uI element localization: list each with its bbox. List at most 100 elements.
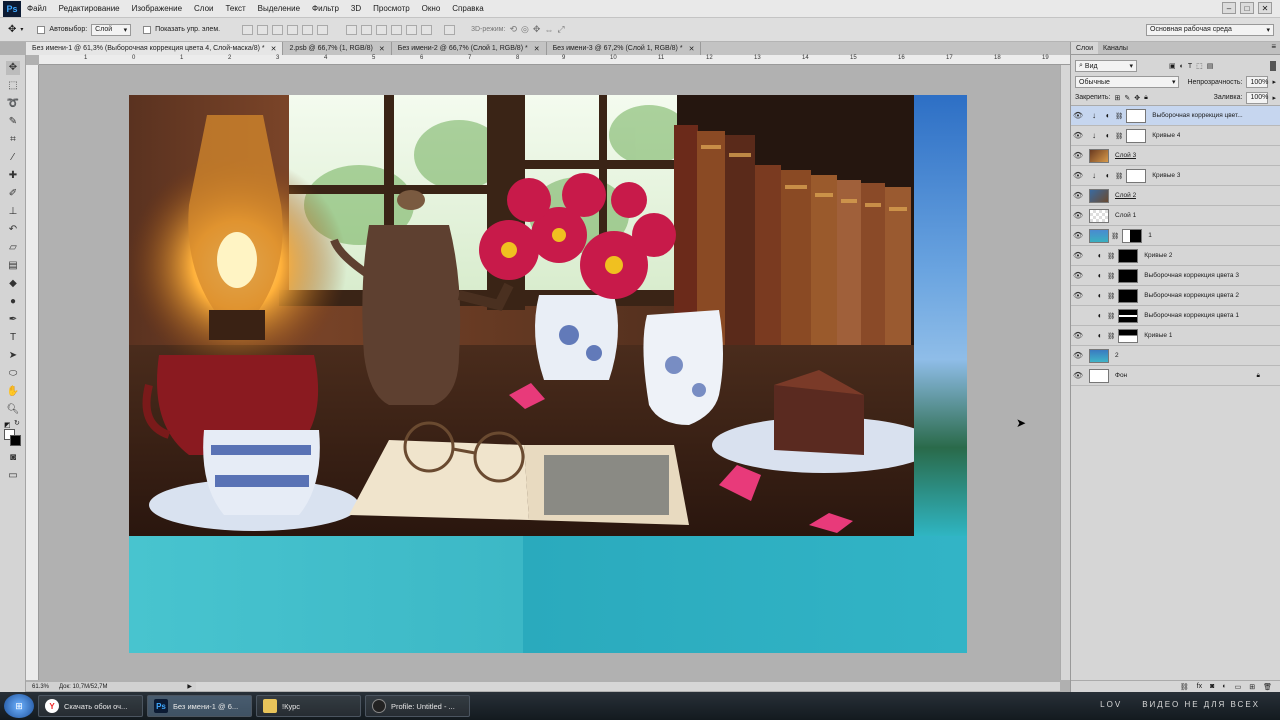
- zoom-value[interactable]: 61.3%: [32, 684, 49, 690]
- taskbar-item-folder[interactable]: !Курс: [256, 695, 361, 717]
- menu-3d[interactable]: 3D: [345, 4, 367, 13]
- layer-name[interactable]: Кривые 4: [1152, 132, 1180, 139]
- menu-help[interactable]: Справка: [446, 4, 489, 13]
- new-group-icon[interactable]: ▭: [1235, 683, 1242, 691]
- taskbar-item-photoshop[interactable]: Ps Без имени-1 @ 6...: [147, 695, 252, 717]
- close-button[interactable]: ✕: [1258, 2, 1272, 14]
- dodge-tool-icon[interactable]: ●: [6, 295, 20, 309]
- doc-tab-3[interactable]: Без имени-2 @ 66,7% (Слой 1, RGB/8) * ✕: [392, 42, 547, 55]
- lock-transparent-icon[interactable]: ⊞: [1114, 94, 1120, 102]
- layer-name[interactable]: Слой 3: [1115, 152, 1136, 159]
- visibility-eye-icon[interactable]: 👁︎: [1071, 251, 1085, 260]
- layer-name[interactable]: 1: [1148, 232, 1152, 239]
- screen-mode-icon[interactable]: ▭: [6, 469, 20, 483]
- pen-tool-icon[interactable]: ✒: [6, 313, 20, 327]
- align-top-button[interactable]: [242, 24, 254, 35]
- link-layers-icon[interactable]: ⛓︎: [1180, 683, 1189, 691]
- layer-row[interactable]: 👁︎ ↓ ◐ ⛓︎ Кривые 4: [1071, 126, 1280, 146]
- layer-row[interactable]: 👁︎ ◐ ⛓︎ Кривые 1: [1071, 326, 1280, 346]
- link-icon[interactable]: ⛓︎: [1107, 272, 1115, 280]
- slide3d-icon[interactable]: ⇔: [544, 25, 553, 35]
- status-menu-arrow-icon[interactable]: ▶: [187, 683, 192, 690]
- visibility-eye-icon[interactable]: 👁︎: [1071, 351, 1085, 360]
- doc-tab-4[interactable]: Без имени-3 @ 67,2% (Слой 1, RGB/8) * ✕: [547, 42, 702, 55]
- layer-thumb[interactable]: [1089, 368, 1109, 383]
- layer-row[interactable]: 👁︎ ↓ ◐ ⛓︎ Выборочная коррекция цвет...: [1071, 106, 1280, 126]
- visibility-eye-icon[interactable]: 👁︎: [1071, 271, 1085, 280]
- shape-tool-icon[interactable]: ⬭: [6, 367, 20, 381]
- align-bottom-button[interactable]: [272, 24, 284, 35]
- menu-image[interactable]: Изображение: [126, 4, 188, 13]
- menu-edit[interactable]: Редактирование: [53, 4, 126, 13]
- distribute-right-button[interactable]: [421, 24, 433, 35]
- hand-tool-icon[interactable]: ✋: [6, 385, 20, 399]
- align-hcenter-button[interactable]: [302, 24, 314, 35]
- tab-channels[interactable]: Каналы: [1098, 42, 1133, 54]
- layer-row[interactable]: 👁︎ ↓ ◐ ⛓︎ Кривые 3: [1071, 166, 1280, 186]
- distribute-vcenter-button[interactable]: [361, 24, 373, 35]
- lock-pixels-icon[interactable]: ✎: [1124, 94, 1130, 102]
- doc-tab-1[interactable]: Без имени-1 @ 61,3% (Выборочная коррекци…: [26, 42, 284, 55]
- align-right-button[interactable]: [317, 24, 329, 35]
- autoselect-select[interactable]: Слой ▾: [91, 23, 132, 36]
- menu-view[interactable]: Просмотр: [367, 4, 416, 13]
- horizontal-ruler[interactable]: 1 0 1 2 3 4 5 6 7 8 9 10 11 12 13 14 15 …: [39, 55, 1070, 65]
- doc-tab-2[interactable]: 2.psb @ 66,7% (1, RGB/8) ✕: [283, 42, 392, 55]
- roll3d-icon[interactable]: ◎: [521, 24, 529, 35]
- trash-icon[interactable]: 🗑︎: [1263, 683, 1272, 691]
- move-tool-icon[interactable]: ✥: [6, 61, 20, 75]
- fx-icon[interactable]: fx: [1197, 683, 1202, 690]
- layer-mask-thumb[interactable]: [1126, 168, 1147, 183]
- close-tab-icon[interactable]: ✕: [534, 45, 540, 53]
- workspace-select[interactable]: Основная рабочая среда ▾: [1146, 23, 1274, 36]
- layer-name[interactable]: 2: [1115, 352, 1119, 359]
- layer-row[interactable]: 👁︎ Слой 2: [1071, 186, 1280, 206]
- link-icon[interactable]: ⛓︎: [1107, 312, 1115, 320]
- layer-row[interactable]: 👁︎ ◐ ⛓︎ Кривые 2: [1071, 246, 1280, 266]
- layer-name[interactable]: Кривые 3: [1152, 172, 1180, 179]
- history-brush-tool-icon[interactable]: ↶: [6, 223, 20, 237]
- layer-row[interactable]: 👁︎ Фон 🔒︎: [1071, 366, 1280, 386]
- distribute-top-button[interactable]: [346, 24, 358, 35]
- menu-window[interactable]: Окно: [416, 4, 447, 13]
- align-vcenter-button[interactable]: [257, 24, 269, 35]
- layer-row[interactable]: 👁︎ 2: [1071, 346, 1280, 366]
- new-layer-icon[interactable]: ⊞: [1249, 683, 1255, 691]
- distribute-left-button[interactable]: [391, 24, 403, 35]
- align-left-button[interactable]: [287, 24, 299, 35]
- opacity-input[interactable]: 100%: [1246, 76, 1269, 88]
- layer-mask-thumb[interactable]: [1118, 308, 1139, 323]
- visibility-eye-icon[interactable]: 👁︎: [1071, 291, 1085, 300]
- visibility-eye-icon[interactable]: 👁︎: [1071, 191, 1085, 200]
- visibility-eye-icon[interactable]: 👁︎: [1071, 171, 1085, 180]
- visibility-eye-icon[interactable]: 👁︎: [1071, 231, 1085, 240]
- layer-mask-thumb[interactable]: [1126, 128, 1147, 143]
- filter-shape-icon[interactable]: ⬚: [1196, 62, 1203, 70]
- minimize-button[interactable]: –: [1222, 2, 1236, 14]
- visibility-eye-icon[interactable]: 👁︎: [1071, 131, 1085, 140]
- new-adjustment-icon[interactable]: ◐: [1222, 683, 1226, 690]
- tab-layers[interactable]: Слои: [1071, 42, 1099, 54]
- gradient-tool-icon[interactable]: ▤: [6, 259, 20, 273]
- blur-tool-icon[interactable]: ◆: [6, 277, 20, 291]
- taskbar-item-profile[interactable]: Profile: Untitled - ...: [365, 695, 470, 717]
- layer-name[interactable]: Кривые 2: [1144, 252, 1172, 259]
- filter-pixel-icon[interactable]: ▣: [1169, 62, 1176, 70]
- blend-mode-select[interactable]: Обычные ▾: [1075, 76, 1180, 88]
- layer-name[interactable]: Выборочная коррекция цвет...: [1152, 112, 1242, 119]
- menu-layers[interactable]: Слои: [188, 4, 219, 13]
- distribute-hcenter-button[interactable]: [406, 24, 418, 35]
- layer-mask-thumb[interactable]: [1122, 228, 1143, 243]
- filter-toggle-icon[interactable]: [1270, 61, 1276, 71]
- move-tool-icon[interactable]: ✥: [8, 24, 16, 35]
- crop-tool-icon[interactable]: ⌗: [6, 133, 20, 147]
- visibility-hidden-icon[interactable]: 👁︎: [1071, 311, 1085, 320]
- horizontal-scrollbar[interactable]: [196, 682, 1060, 691]
- vertical-scrollbar[interactable]: [1060, 65, 1070, 680]
- default-colors-icon[interactable]: ◩: [4, 421, 11, 429]
- layer-name[interactable]: Выборочная коррекция цвета 3: [1144, 272, 1239, 279]
- menu-file[interactable]: Файл: [21, 4, 53, 13]
- visibility-eye-icon[interactable]: 👁︎: [1071, 371, 1085, 380]
- menu-filter[interactable]: Фильтр: [306, 4, 345, 13]
- zoom-tool-icon[interactable]: 🔍︎: [6, 403, 20, 417]
